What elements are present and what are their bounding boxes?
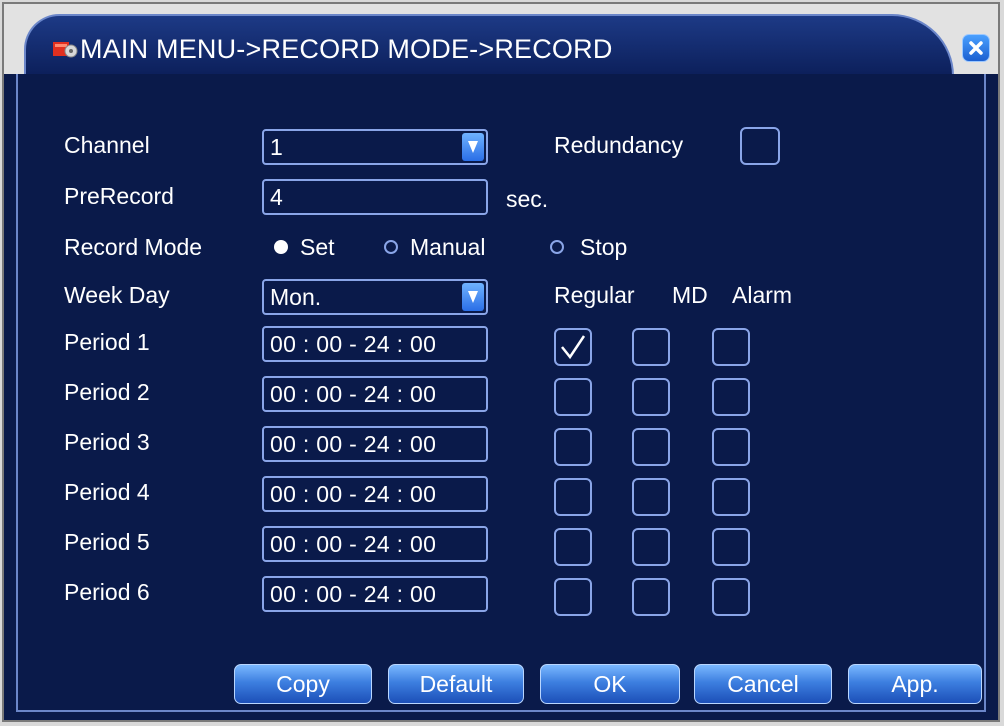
period-regular-checkbox[interactable]	[554, 378, 592, 416]
channel-dropdown-arrow[interactable]	[462, 133, 484, 161]
copy-button[interactable]: Copy	[234, 664, 372, 704]
period-md-checkbox[interactable]	[632, 528, 670, 566]
channel-select[interactable]: 1	[262, 129, 488, 165]
period-regular-checkbox[interactable]	[554, 328, 592, 366]
prerecord-label: PreRecord	[64, 183, 174, 209]
radio-set-label: Set	[300, 234, 335, 260]
radio-set[interactable]	[274, 240, 288, 254]
weekday-dropdown-arrow[interactable]	[462, 283, 484, 311]
record-settings-icon	[53, 42, 78, 58]
period-label: Period 5	[64, 529, 150, 555]
weekday-label: Week Day	[64, 282, 170, 308]
period-md-checkbox[interactable]	[632, 578, 670, 616]
period-time-value: 00 : 00 - 24 : 00	[270, 331, 437, 357]
column-alarm: Alarm	[732, 282, 793, 308]
period-md-checkbox[interactable]	[632, 478, 670, 516]
chevron-down-icon	[468, 141, 478, 153]
redundancy-checkbox[interactable]	[740, 127, 780, 165]
close-button[interactable]	[962, 34, 990, 62]
period-regular-checkbox[interactable]	[554, 578, 592, 616]
cancel-button[interactable]: Cancel	[694, 664, 832, 704]
radio-stop-label: Stop	[580, 234, 628, 260]
dialog-body: Channel 1 Redundancy PreRecord 4 sec. Re…	[16, 74, 986, 712]
period-label: Period 1	[64, 329, 150, 355]
period-label: Period 2	[64, 379, 150, 405]
period-time-value: 00 : 00 - 24 : 00	[270, 481, 437, 507]
chevron-down-icon	[468, 291, 478, 303]
period-alarm-checkbox[interactable]	[712, 478, 750, 516]
prerecord-unit: sec.	[506, 186, 549, 212]
prerecord-input[interactable]: 4	[262, 179, 488, 215]
weekday-select[interactable]: Mon.	[262, 279, 488, 315]
period-md-checkbox[interactable]	[632, 428, 670, 466]
period-label: Period 3	[64, 429, 150, 455]
period-time-value: 00 : 00 - 24 : 00	[270, 531, 437, 557]
column-md: MD	[672, 282, 708, 308]
checkmark-icon	[561, 335, 586, 360]
period-md-checkbox[interactable]	[632, 328, 670, 366]
redundancy-label: Redundancy	[554, 132, 684, 158]
record-mode-label: Record Mode	[64, 234, 203, 260]
period-time-input[interactable]: 00 : 00 - 24 : 00	[262, 526, 488, 562]
period-alarm-checkbox[interactable]	[712, 578, 750, 616]
apply-button[interactable]: App.	[848, 664, 982, 704]
prerecord-value: 4	[270, 184, 283, 210]
radio-manual-label: Manual	[410, 234, 486, 260]
period-time-input[interactable]: 00 : 00 - 24 : 00	[262, 326, 488, 362]
column-regular: Regular	[554, 282, 635, 308]
radio-stop[interactable]	[550, 240, 564, 254]
close-icon	[969, 41, 983, 55]
period-regular-checkbox[interactable]	[554, 428, 592, 466]
record-dialog: MAIN MENU->RECORD MODE->RECORD Channel 1…	[2, 2, 1000, 722]
title-bar: MAIN MENU->RECORD MODE->RECORD	[4, 4, 998, 76]
period-alarm-checkbox[interactable]	[712, 428, 750, 466]
period-label: Period 4	[64, 479, 150, 505]
channel-label: Channel	[64, 132, 150, 158]
ok-button[interactable]: OK	[540, 664, 680, 704]
period-time-input[interactable]: 00 : 00 - 24 : 00	[262, 376, 488, 412]
period-time-input[interactable]: 00 : 00 - 24 : 00	[262, 476, 488, 512]
period-alarm-checkbox[interactable]	[712, 528, 750, 566]
window-title: MAIN MENU->RECORD MODE->RECORD	[80, 34, 613, 64]
period-time-input[interactable]: 00 : 00 - 24 : 00	[262, 426, 488, 462]
period-time-value: 00 : 00 - 24 : 00	[270, 581, 437, 607]
default-button[interactable]: Default	[388, 664, 524, 704]
period-time-input[interactable]: 00 : 00 - 24 : 00	[262, 576, 488, 612]
period-alarm-checkbox[interactable]	[712, 328, 750, 366]
channel-value: 1	[270, 134, 283, 160]
period-time-value: 00 : 00 - 24 : 00	[270, 431, 437, 457]
period-regular-checkbox[interactable]	[554, 528, 592, 566]
radio-manual[interactable]	[384, 240, 398, 254]
period-md-checkbox[interactable]	[632, 378, 670, 416]
period-time-value: 00 : 00 - 24 : 00	[270, 381, 437, 407]
weekday-value: Mon.	[270, 284, 322, 310]
period-alarm-checkbox[interactable]	[712, 378, 750, 416]
period-regular-checkbox[interactable]	[554, 478, 592, 516]
period-label: Period 6	[64, 579, 150, 605]
